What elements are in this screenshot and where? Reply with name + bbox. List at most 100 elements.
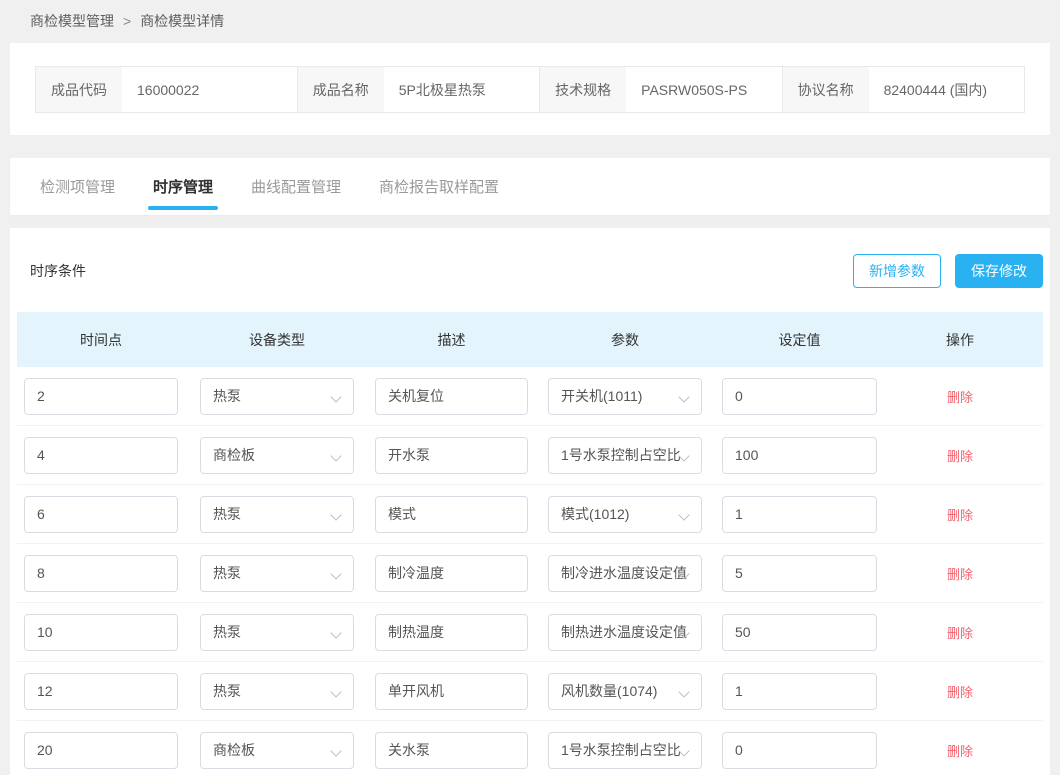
parameter-select[interactable]: 风机数量(1074): [548, 673, 702, 710]
set-value-input[interactable]: [722, 437, 877, 474]
parameter-select[interactable]: 1号水泵控制占空比: [548, 732, 702, 769]
tab-bar: 检测项管理 时序管理 曲线配置管理 商检报告取样配置: [10, 158, 1050, 215]
delete-link[interactable]: 删除: [947, 682, 973, 701]
parameter-select[interactable]: 制热进水温度设定值: [548, 614, 702, 651]
tab-inspection-items[interactable]: 检测项管理: [40, 158, 115, 215]
description-input[interactable]: [375, 437, 528, 474]
parameter-selected-value: 风机数量(1074): [549, 681, 701, 701]
delete-link[interactable]: 删除: [947, 564, 973, 583]
device-type-select[interactable]: 热泵: [200, 555, 354, 592]
description-input[interactable]: [375, 614, 528, 651]
info-field-product-code: 成品代码 16000022: [36, 67, 297, 112]
parameter-selected-value: 制冷进水温度设定值: [549, 563, 701, 583]
add-parameter-button[interactable]: 新增参数: [853, 254, 941, 288]
time-point-input[interactable]: [24, 555, 178, 592]
parameter-select[interactable]: 开关机(1011): [548, 378, 702, 415]
set-value-input[interactable]: [722, 614, 877, 651]
product-info-bar: 成品代码 16000022 成品名称 5P北极星热泵 技术规格 PASRW050…: [35, 66, 1025, 113]
info-field-protocol-name: 协议名称 82400444 (国内): [782, 67, 1024, 112]
table-row: 热泵 制热进水温度设定值 删除: [17, 603, 1043, 662]
parameter-selected-value: 制热进水温度设定值: [549, 622, 701, 642]
device-type-select[interactable]: 商检板: [200, 732, 354, 769]
section-title: 时序条件: [30, 261, 86, 281]
table-row: 热泵 制冷进水温度设定值 删除: [17, 544, 1043, 603]
delete-link[interactable]: 删除: [947, 387, 973, 406]
set-value-input[interactable]: [722, 732, 877, 769]
device-type-select[interactable]: 热泵: [200, 496, 354, 533]
set-value-input[interactable]: [722, 378, 877, 415]
info-value: 5P北极星热泵: [384, 67, 501, 112]
device-type-selected-value: 热泵: [201, 622, 353, 642]
description-input[interactable]: [375, 732, 528, 769]
tab-curve-config[interactable]: 曲线配置管理: [251, 158, 341, 215]
parameter-select[interactable]: 1号水泵控制占空比: [548, 437, 702, 474]
info-label: 协议名称: [783, 67, 869, 112]
device-type-selected-value: 商检板: [201, 445, 353, 465]
parameter-selected-value: 模式(1012): [549, 504, 701, 524]
parameter-selected-value: 1号水泵控制占空比: [549, 740, 701, 760]
table-header-row: 时间点 设备类型 描述 参数 设定值 操作: [17, 312, 1043, 367]
section-actions: 新增参数 保存修改: [853, 254, 1043, 288]
delete-link[interactable]: 删除: [947, 446, 973, 465]
time-point-input[interactable]: [24, 732, 178, 769]
tab-timing-management[interactable]: 时序管理: [153, 158, 213, 215]
column-header-operation: 操作: [877, 330, 1043, 350]
description-input[interactable]: [375, 378, 528, 415]
section-header: 时序条件 新增参数 保存修改: [17, 228, 1043, 312]
set-value-input[interactable]: [722, 496, 877, 533]
time-point-input[interactable]: [24, 378, 178, 415]
product-info-card: 成品代码 16000022 成品名称 5P北极星热泵 技术规格 PASRW050…: [10, 43, 1050, 135]
delete-link[interactable]: 删除: [947, 623, 973, 642]
breadcrumb: 商检模型管理 > 商检模型详情: [0, 0, 1060, 43]
column-header-description: 描述: [375, 330, 528, 350]
description-input[interactable]: [375, 555, 528, 592]
set-value-input[interactable]: [722, 555, 877, 592]
device-type-selected-value: 热泵: [201, 386, 353, 406]
info-value: 82400444 (国内): [869, 67, 1003, 112]
column-header-set-value: 设定值: [722, 330, 877, 350]
description-input[interactable]: [375, 496, 528, 533]
device-type-select[interactable]: 热泵: [200, 614, 354, 651]
delete-link[interactable]: 删除: [947, 741, 973, 760]
table-body: 热泵 开关机(1011) 删除 商检板 1号水泵控制占空比 删除: [17, 367, 1043, 775]
breadcrumb-item-model-detail: 商检模型详情: [140, 13, 224, 29]
device-type-selected-value: 热泵: [201, 563, 353, 583]
device-type-selected-value: 商检板: [201, 740, 353, 760]
info-value: PASRW050S-PS: [626, 67, 762, 112]
device-type-selected-value: 热泵: [201, 681, 353, 701]
save-changes-button[interactable]: 保存修改: [955, 254, 1043, 288]
tab-report-sampling-config[interactable]: 商检报告取样配置: [379, 158, 499, 215]
parameter-selected-value: 开关机(1011): [549, 386, 701, 406]
table-row: 商检板 1号水泵控制占空比 删除: [17, 426, 1043, 485]
table-row: 热泵 模式(1012) 删除: [17, 485, 1043, 544]
info-value: 16000022: [122, 67, 214, 112]
info-label: 成品代码: [36, 67, 122, 112]
time-point-input[interactable]: [24, 614, 178, 651]
time-point-input[interactable]: [24, 437, 178, 474]
device-type-selected-value: 热泵: [201, 504, 353, 524]
table-row: 商检板 1号水泵控制占空比 删除: [17, 721, 1043, 775]
parameter-select[interactable]: 制冷进水温度设定值: [548, 555, 702, 592]
device-type-select[interactable]: 商检板: [200, 437, 354, 474]
info-label: 技术规格: [540, 67, 626, 112]
info-label: 成品名称: [298, 67, 384, 112]
table-row: 热泵 开关机(1011) 删除: [17, 367, 1043, 426]
time-point-input[interactable]: [24, 673, 178, 710]
column-header-parameter: 参数: [548, 330, 702, 350]
parameter-selected-value: 1号水泵控制占空比: [549, 445, 701, 465]
set-value-input[interactable]: [722, 673, 877, 710]
column-header-device-type: 设备类型: [200, 330, 354, 350]
delete-link[interactable]: 删除: [947, 505, 973, 524]
parameter-select[interactable]: 模式(1012): [548, 496, 702, 533]
time-point-input[interactable]: [24, 496, 178, 533]
breadcrumb-item-model-management[interactable]: 商检模型管理: [30, 13, 114, 29]
device-type-select[interactable]: 热泵: [200, 673, 354, 710]
table-row: 热泵 风机数量(1074) 删除: [17, 662, 1043, 721]
info-field-tech-spec: 技术规格 PASRW050S-PS: [539, 67, 781, 112]
timing-panel: 时序条件 新增参数 保存修改 时间点 设备类型 描述 参数 设定值 操作 热泵 …: [10, 228, 1050, 775]
column-header-time-point: 时间点: [24, 330, 178, 350]
info-field-product-name: 成品名称 5P北极星热泵: [297, 67, 539, 112]
breadcrumb-separator: >: [123, 13, 131, 29]
description-input[interactable]: [375, 673, 528, 710]
device-type-select[interactable]: 热泵: [200, 378, 354, 415]
